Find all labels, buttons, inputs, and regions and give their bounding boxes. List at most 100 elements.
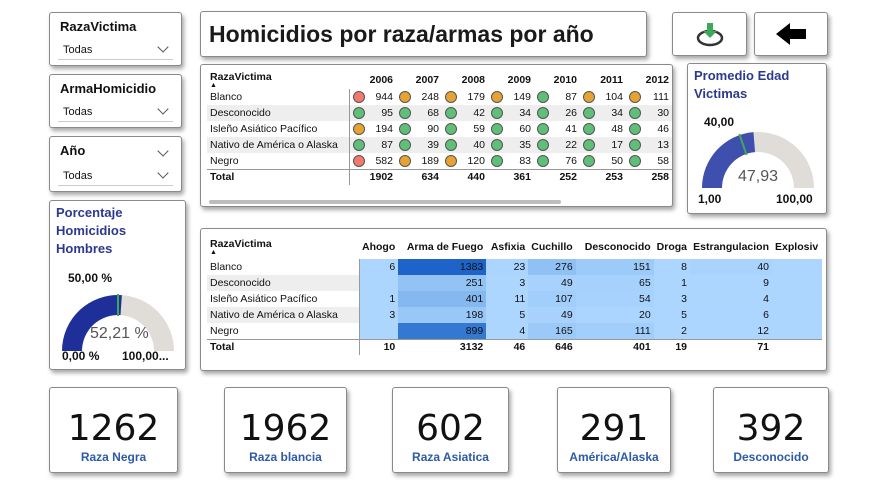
total-cell: 440 bbox=[442, 168, 488, 185]
total-cell: 258 bbox=[626, 168, 672, 185]
gauge-age-title-2: Victimas bbox=[694, 86, 748, 101]
column-header-2010[interactable]: 2010 bbox=[534, 71, 580, 89]
column-header-arma-fuego[interactable]: Arma de Fuego bbox=[398, 235, 486, 259]
status-dot-icon bbox=[583, 91, 595, 104]
slicer-anio[interactable]: Año Todas bbox=[49, 136, 182, 192]
column-header-2006[interactable]: 2006 bbox=[350, 71, 397, 89]
cell-value: 59 bbox=[473, 122, 485, 135]
kpi-card-desconocido: 392 Desconocido bbox=[713, 387, 829, 473]
column-header-cuchillo[interactable]: Cuchillo bbox=[528, 235, 575, 259]
table-cell: 35 bbox=[488, 137, 534, 153]
column-header-estrangulacion[interactable]: Estrangulacion bbox=[690, 235, 772, 259]
status-dot-icon bbox=[629, 107, 641, 120]
total-cell: 634 bbox=[396, 168, 442, 185]
page-title: Homicidios por raza/armas por año bbox=[209, 21, 594, 47]
table-row[interactable]: Isleño Asiático Pacífico 194 90 59 60 41 48 46 bbox=[207, 121, 672, 137]
column-header-2009[interactable]: 2009 bbox=[488, 71, 534, 89]
slicer-raza[interactable]: RazaVictima Todas bbox=[49, 12, 182, 66]
table-row[interactable]: Blanco 6 1383 23 276 151 8 40 bbox=[207, 259, 823, 275]
table-cell: 87 bbox=[534, 89, 580, 105]
status-dot-icon bbox=[353, 139, 365, 152]
table-cell: 41 bbox=[534, 121, 580, 137]
table-row[interactable]: Desconocido 95 68 42 34 26 34 30 bbox=[207, 105, 672, 121]
table-cell: 50 bbox=[580, 153, 626, 169]
column-header-asfixia[interactable]: Asfixia bbox=[486, 235, 528, 259]
cell-value: 68 bbox=[427, 106, 439, 119]
table-cell bbox=[772, 323, 823, 339]
table-cell: 58 bbox=[626, 153, 672, 169]
slicer-anio-title: Año bbox=[60, 143, 86, 158]
gauge-age-value: 47,93 bbox=[738, 168, 779, 185]
gauge-male-target-label: 50,00 % bbox=[68, 271, 113, 285]
total-cell: 19 bbox=[653, 338, 691, 355]
status-dot-icon bbox=[399, 123, 411, 136]
table-cell bbox=[772, 259, 823, 275]
column-header-2008[interactable]: 2008 bbox=[442, 71, 488, 89]
column-header-droga[interactable]: Droga bbox=[654, 235, 690, 259]
table-row[interactable]: Desconocido 251 3 49 65 1 9 bbox=[207, 275, 823, 291]
status-dot-icon bbox=[491, 154, 503, 167]
cell-value: 26 bbox=[565, 106, 577, 119]
status-dot-icon bbox=[353, 123, 365, 136]
table-cell: 90 bbox=[396, 121, 442, 137]
kpi-card-blanca: 1962 Raza blancia bbox=[224, 387, 347, 473]
table-cell: 87 bbox=[350, 137, 397, 153]
table-cell: 944 bbox=[350, 89, 397, 105]
column-header-desconocido[interactable]: Desconocido bbox=[576, 235, 654, 259]
download-button[interactable] bbox=[672, 12, 747, 56]
column-header-2011[interactable]: 2011 bbox=[580, 71, 626, 89]
table-cell: 6 bbox=[690, 307, 773, 323]
kpi-label: Raza Negra bbox=[80, 450, 147, 464]
total-row: Total 10 3132 46 646 401 19 71 bbox=[207, 338, 823, 355]
status-dot-icon bbox=[537, 91, 549, 104]
table-cell: 165 bbox=[528, 323, 576, 339]
slicer-raza-dropdown[interactable]: Todas bbox=[58, 40, 173, 60]
slicer-arma-dropdown[interactable]: Todas bbox=[58, 102, 173, 122]
cell-value: 58 bbox=[657, 154, 669, 167]
table-cell: 46 bbox=[626, 121, 672, 137]
horizontal-scrollbar[interactable] bbox=[209, 200, 561, 204]
slicer-arma-title: ArmaHomicidio bbox=[60, 81, 157, 96]
cell-value: 50 bbox=[611, 154, 623, 167]
column-header-2007[interactable]: 2007 bbox=[396, 71, 442, 89]
status-dot-icon bbox=[491, 107, 503, 120]
table-row[interactable]: Negro 899 4 165 111 2 12 bbox=[207, 323, 823, 339]
column-header-2012[interactable]: 2012 bbox=[626, 71, 672, 89]
table-cell: 30 bbox=[626, 105, 672, 121]
table-row[interactable]: Nativo de América o Alaska 87 39 40 35 22 17 13 bbox=[207, 137, 672, 153]
gauge-age-title-1: Promedio Edad bbox=[694, 68, 790, 83]
slicer-arma[interactable]: ArmaHomicidio Todas bbox=[49, 74, 182, 128]
row-label: Negro bbox=[207, 153, 350, 169]
cell-value: 111 bbox=[653, 90, 669, 103]
cell-value: 48 bbox=[611, 122, 623, 135]
table-cell: 49 bbox=[528, 275, 576, 291]
table-row[interactable]: Blanco 944 248 179 149 87 104 111 bbox=[207, 89, 672, 105]
column-header-raza[interactable]: RazaVictima ▲ bbox=[207, 235, 359, 259]
table-row[interactable]: Nativo de América o Alaska 3 198 5 49 20 5 6 bbox=[207, 307, 823, 323]
total-cell: 10 bbox=[359, 338, 399, 355]
status-dot-icon bbox=[353, 107, 365, 120]
row-label: Nativo de América o Alaska bbox=[207, 137, 350, 153]
table-cell: 9 bbox=[690, 275, 773, 291]
status-dot-icon bbox=[353, 154, 365, 167]
table-cell: 5 bbox=[486, 307, 529, 323]
column-header-ahogo[interactable]: Ahogo bbox=[359, 235, 398, 259]
table-cell: 189 bbox=[396, 153, 442, 169]
column-header-explosivo[interactable]: Explosiv bbox=[772, 235, 822, 259]
kpi-card-negra: 1262 Raza Negra bbox=[49, 387, 178, 473]
table-cell: 2 bbox=[653, 323, 691, 339]
table-row[interactable]: Negro 582 189 120 83 76 50 58 bbox=[207, 153, 672, 169]
chevron-down-icon[interactable] bbox=[157, 145, 169, 157]
slicer-anio-dropdown[interactable]: Todas bbox=[58, 166, 173, 186]
table-cell: 3 bbox=[486, 275, 529, 291]
cell-value: 179 bbox=[467, 90, 485, 103]
column-header-raza[interactable]: RazaVictima ▲ bbox=[207, 71, 350, 89]
table-cell: 149 bbox=[488, 89, 534, 105]
total-row: Total 1902 634 440 361 252 253 258 bbox=[207, 168, 672, 185]
kpi-value: 1962 bbox=[239, 408, 332, 449]
table-cell: 34 bbox=[488, 105, 534, 121]
cell-value: 582 bbox=[375, 154, 393, 167]
back-button[interactable] bbox=[754, 12, 828, 56]
table-row[interactable]: Isleño Asiático Pacífico 1 401 11 107 54 3 4 bbox=[207, 291, 823, 307]
status-dot-icon bbox=[629, 91, 641, 104]
